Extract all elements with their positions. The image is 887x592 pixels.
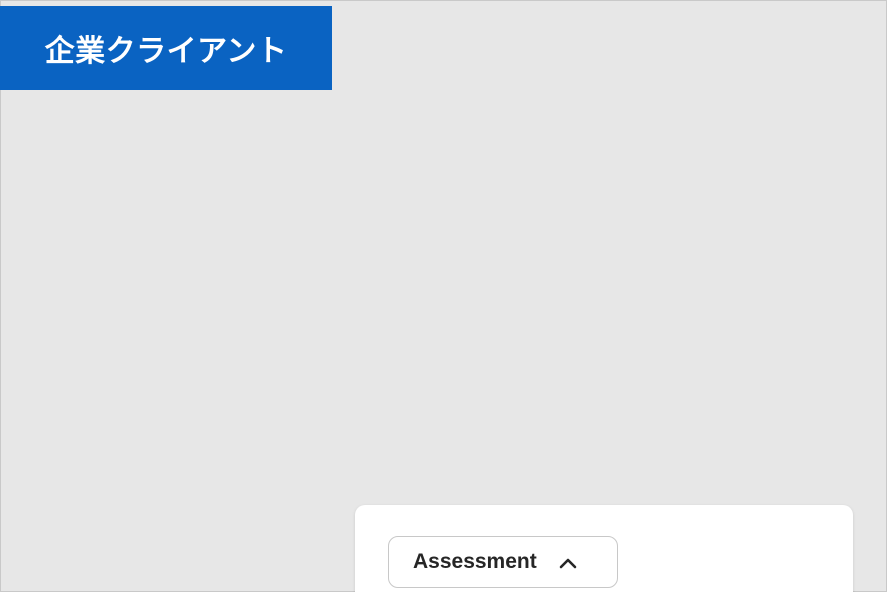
content-card: Assessment	[355, 505, 853, 592]
page: 企業クライアント Assessment	[0, 0, 887, 592]
chevron-up-icon	[558, 555, 578, 569]
category-banner: 企業クライアント	[0, 6, 332, 90]
assessment-dropdown-button[interactable]: Assessment	[388, 536, 618, 588]
assessment-dropdown-label: Assessment	[413, 550, 537, 573]
category-banner-label: 企業クライアント	[44, 34, 288, 69]
